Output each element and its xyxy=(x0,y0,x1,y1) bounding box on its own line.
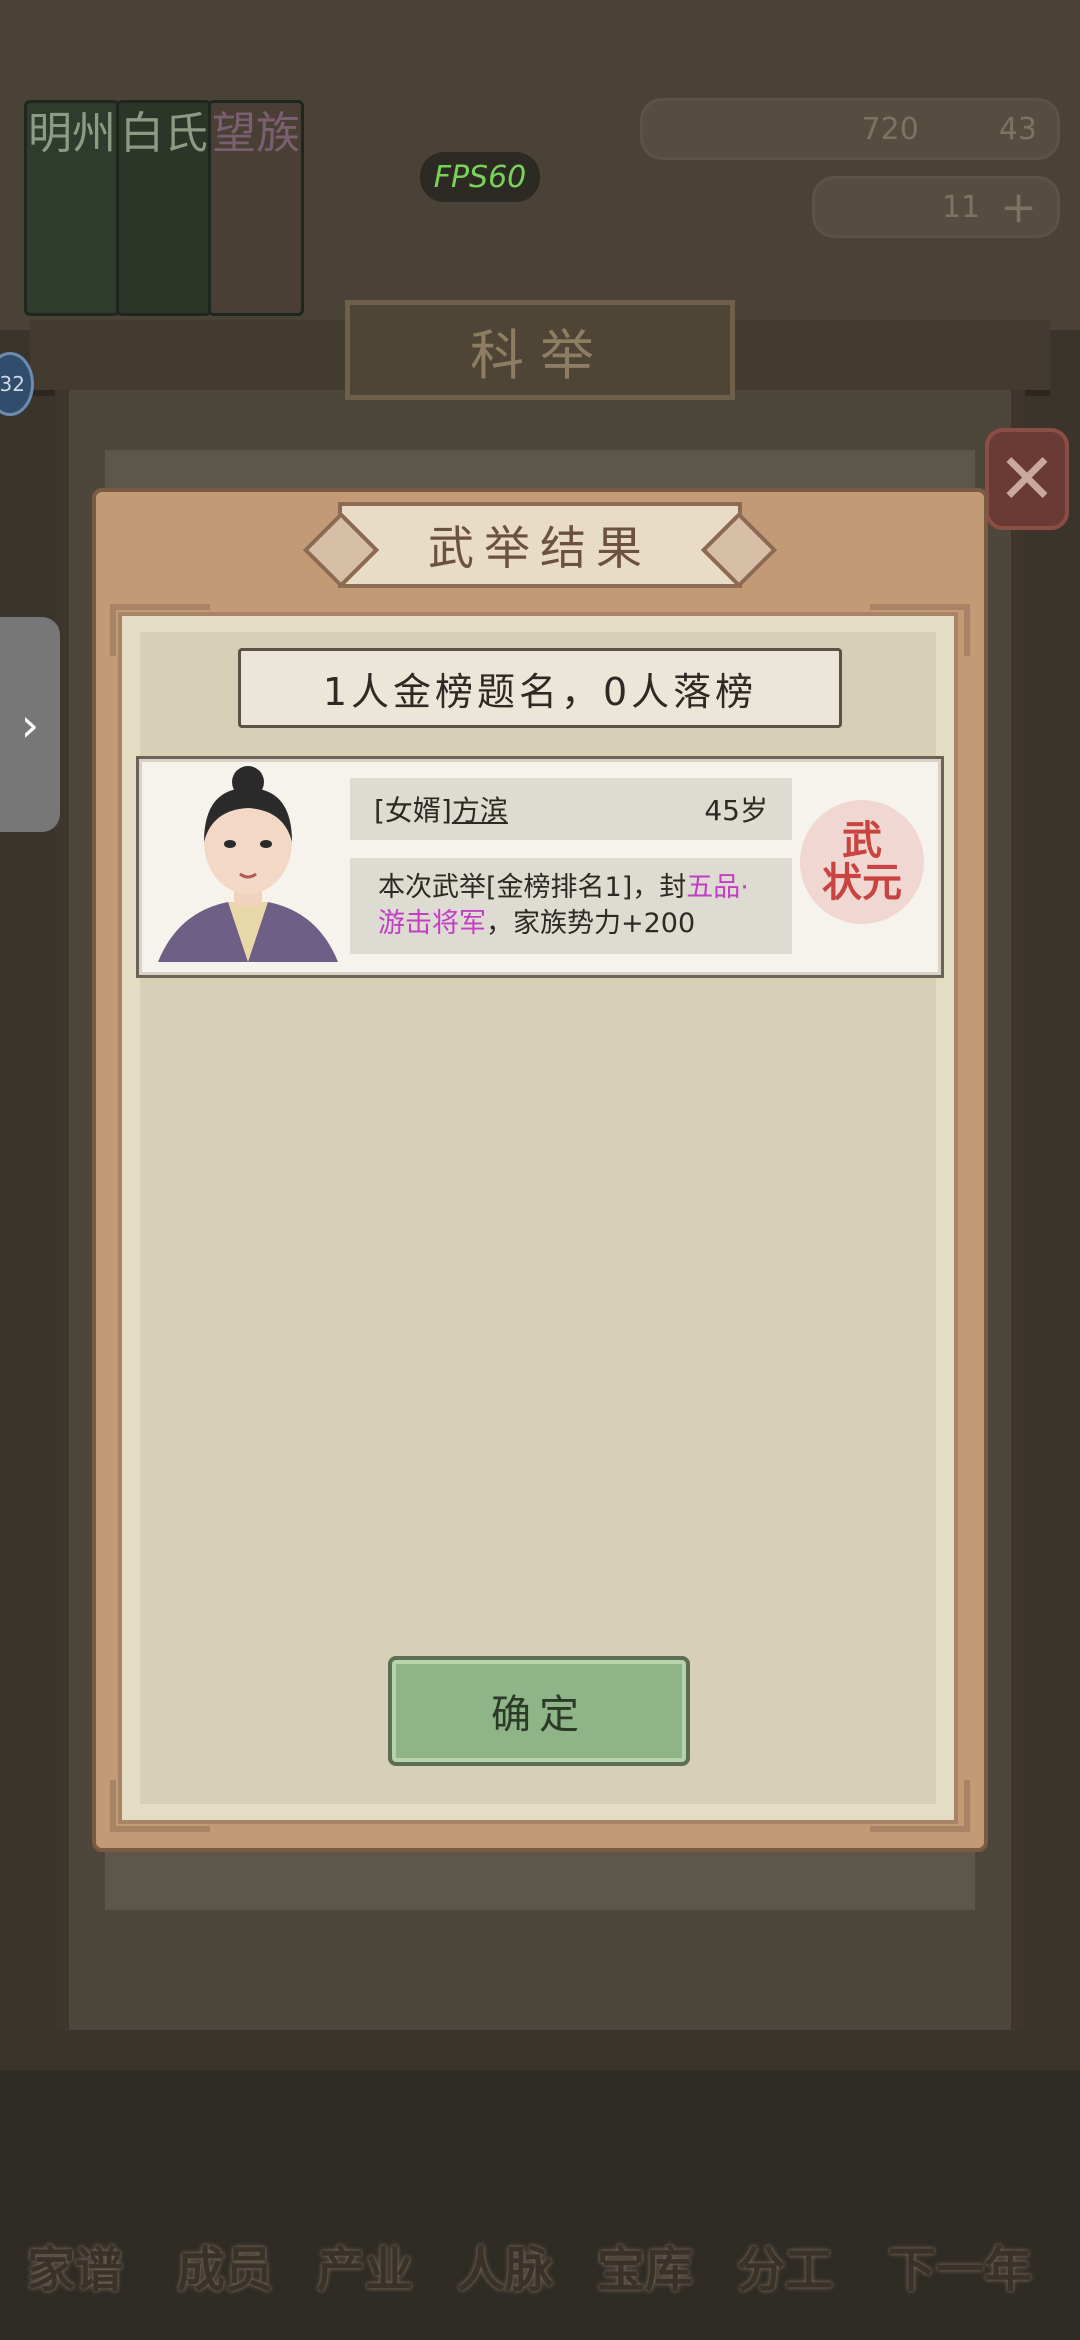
nav-members[interactable]: 成员 xyxy=(150,2230,300,2300)
nav-family-tree[interactable]: 家谱 xyxy=(0,2230,150,2300)
seal-line-1: 武 xyxy=(842,817,882,864)
character-age: 45岁 xyxy=(704,794,768,827)
corner-ornament xyxy=(110,1780,210,1832)
close-icon: ✕ xyxy=(997,438,1057,520)
chevron-right-icon: › xyxy=(20,697,40,752)
corner-ornament xyxy=(110,604,210,656)
relation-label: [女婿] xyxy=(374,794,452,827)
result-description: 本次武举[金榜排名1]，封五品·游击将军，家族势力+200 xyxy=(350,858,792,954)
modal-title-plaque: 武举结果 xyxy=(338,502,742,588)
character-name-row[interactable]: [女婿]方滨 45岁 xyxy=(350,778,792,840)
nav-division[interactable]: 分工 xyxy=(710,2230,860,2300)
character-name[interactable]: 方滨 xyxy=(452,794,508,827)
close-button[interactable]: ✕ xyxy=(985,428,1069,530)
clan-book: 白氏 xyxy=(116,100,212,316)
confirm-button[interactable]: 确定 xyxy=(388,1656,690,1766)
result-summary: 1人金榜题名，0人落榜 xyxy=(238,648,842,728)
clan-book: 望族 xyxy=(208,100,304,316)
description-suffix: ，家族势力+200 xyxy=(486,908,696,939)
resource-a-value: 720 xyxy=(861,111,919,147)
side-expand-tab[interactable]: › xyxy=(0,617,60,832)
nav-industry[interactable]: 产业 xyxy=(290,2230,440,2300)
description-prefix: 本次武举[金榜排名1]，封 xyxy=(378,872,687,903)
clan-label-1: 明州 xyxy=(28,108,116,159)
seal-line-2: 状元 xyxy=(822,859,902,906)
nav-next-year[interactable]: 下一年 xyxy=(860,2230,1060,2300)
character-portrait xyxy=(148,762,348,962)
add-icon[interactable]: + xyxy=(1000,182,1037,233)
corner-ornament xyxy=(870,1780,970,1832)
resource-b-value: 43 xyxy=(998,111,1037,147)
nav-connections[interactable]: 人脉 xyxy=(430,2230,580,2300)
champion-seal: 武 状元 xyxy=(800,800,924,924)
level-value: 32 xyxy=(0,372,25,396)
clan-label-3: 望族 xyxy=(212,108,300,159)
clan-label-2: 白氏 xyxy=(120,108,208,159)
corner-ornament xyxy=(870,604,970,656)
resource-bar-top: 720 43 xyxy=(640,98,1060,160)
confirm-label: 确定 xyxy=(491,1692,587,1738)
clan-book: 明州 xyxy=(24,100,120,316)
result-summary-text: 1人金榜题名，0人落榜 xyxy=(322,669,758,714)
modal-title: 武举结果 xyxy=(428,521,652,575)
section-title-plaque: 科举 xyxy=(345,300,735,400)
level-badge[interactable]: 32 xyxy=(0,352,34,416)
fps-counter: FPS60 xyxy=(420,152,540,202)
section-title: 科举 xyxy=(470,323,610,387)
nav-treasury[interactable]: 宝库 xyxy=(570,2230,720,2300)
resource-c-value: 11 xyxy=(941,189,981,225)
resource-bar-coins[interactable]: 11 + xyxy=(812,176,1060,238)
